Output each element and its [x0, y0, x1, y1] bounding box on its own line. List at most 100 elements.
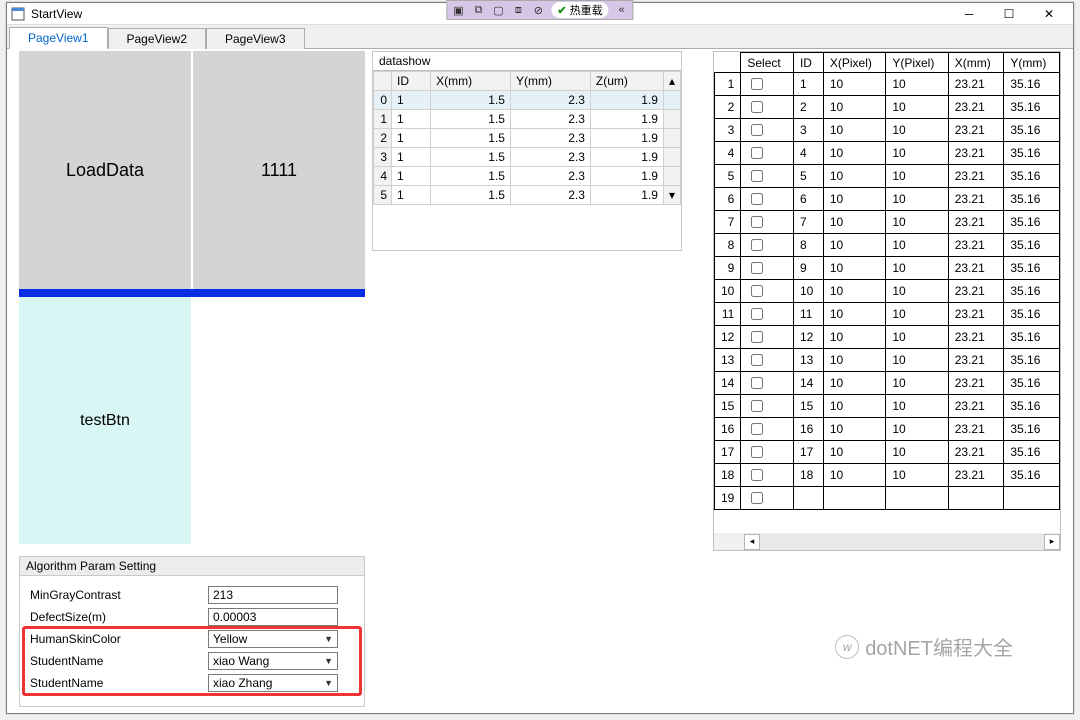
datashow-col-header[interactable]: Z(um): [590, 72, 663, 91]
cell[interactable]: 10: [823, 418, 885, 441]
grid-row[interactable]: 1212101023.2135.16: [715, 326, 1060, 349]
cell[interactable]: 10: [886, 464, 948, 487]
param-combobox[interactable]: xiao Wang▼: [208, 652, 338, 670]
cell[interactable]: 10: [886, 349, 948, 372]
datashow-row[interactable]: 311.52.31.9: [374, 148, 681, 167]
select-cell[interactable]: [741, 211, 794, 234]
cell[interactable]: 1: [392, 186, 431, 205]
cell[interactable]: 10: [886, 372, 948, 395]
cell[interactable]: 10: [823, 257, 885, 280]
row-select-checkbox[interactable]: [751, 308, 763, 320]
cell[interactable]: 35.16: [1004, 303, 1060, 326]
cell[interactable]: [793, 487, 823, 510]
row-header[interactable]: 4: [374, 167, 392, 186]
row-select-checkbox[interactable]: [751, 285, 763, 297]
cell[interactable]: 2.3: [510, 91, 590, 110]
datashow-grid[interactable]: IDX(mm)Y(mm)Z(um)▴011.52.31.9111.52.31.9…: [373, 70, 681, 205]
cell[interactable]: 10: [886, 142, 948, 165]
cell[interactable]: 23.21: [948, 96, 1004, 119]
row-header[interactable]: 5: [374, 186, 392, 205]
row-header[interactable]: 2: [374, 129, 392, 148]
cell[interactable]: 23.21: [948, 211, 1004, 234]
cell[interactable]: 2.3: [510, 110, 590, 129]
row-header[interactable]: 11: [715, 303, 741, 326]
grid-row[interactable]: 1717101023.2135.16: [715, 441, 1060, 464]
cell[interactable]: 23.21: [948, 234, 1004, 257]
vscroll-up-icon[interactable]: ▴: [663, 72, 680, 91]
cell[interactable]: 10: [823, 188, 885, 211]
cell[interactable]: 10: [886, 96, 948, 119]
cell[interactable]: [1004, 487, 1060, 510]
row-header[interactable]: 3: [715, 119, 741, 142]
cell[interactable]: 23.21: [948, 395, 1004, 418]
datashow-col-header[interactable]: X(mm): [431, 72, 511, 91]
scroll-track[interactable]: [760, 534, 1044, 550]
minimize-button[interactable]: ─: [949, 4, 989, 24]
cell[interactable]: [823, 487, 885, 510]
cell[interactable]: 35.16: [1004, 188, 1060, 211]
row-select-checkbox[interactable]: [751, 262, 763, 274]
visual-tree-icon[interactable]: ⧈: [511, 3, 525, 17]
cell[interactable]: 35.16: [1004, 119, 1060, 142]
vscroll-track[interactable]: [663, 129, 680, 148]
select-cell[interactable]: [741, 280, 794, 303]
collapse-toolbar-icon[interactable]: «: [615, 3, 629, 17]
cell[interactable]: 35.16: [1004, 234, 1060, 257]
select-cell[interactable]: [741, 234, 794, 257]
cell[interactable]: 35.16: [1004, 211, 1060, 234]
cell[interactable]: 3: [793, 119, 823, 142]
cell[interactable]: 35.16: [1004, 96, 1060, 119]
vscroll-track[interactable]: [663, 91, 680, 110]
cell[interactable]: 10: [886, 73, 948, 96]
cell[interactable]: 10: [886, 418, 948, 441]
cell[interactable]: 15: [793, 395, 823, 418]
datashow-row[interactable]: 111.52.31.9: [374, 110, 681, 129]
row-select-checkbox[interactable]: [751, 101, 763, 113]
cell[interactable]: 23.21: [948, 142, 1004, 165]
grid-col-header[interactable]: Select: [741, 53, 794, 73]
grid-row[interactable]: 19: [715, 487, 1060, 510]
cell[interactable]: 2.3: [510, 129, 590, 148]
vscroll-down-icon[interactable]: ▾: [663, 186, 680, 205]
cell[interactable]: 1: [392, 110, 431, 129]
cell[interactable]: 10: [823, 349, 885, 372]
cell[interactable]: 35.16: [1004, 142, 1060, 165]
row-select-checkbox[interactable]: [751, 78, 763, 90]
cell[interactable]: 6: [793, 188, 823, 211]
row-select-checkbox[interactable]: [751, 216, 763, 228]
cell[interactable]: 10: [823, 395, 885, 418]
vscroll-track[interactable]: [663, 167, 680, 186]
select-cell[interactable]: [741, 142, 794, 165]
cell[interactable]: 10: [823, 119, 885, 142]
grid-row[interactable]: 44101023.2135.16: [715, 142, 1060, 165]
inspect-icon[interactable]: ▢: [491, 3, 505, 17]
cell[interactable]: 10: [886, 395, 948, 418]
toggle-layout-icon[interactable]: ⧉: [471, 3, 485, 17]
cell[interactable]: 7: [793, 211, 823, 234]
cell[interactable]: 10: [823, 303, 885, 326]
grid-row[interactable]: 1313101023.2135.16: [715, 349, 1060, 372]
maximize-button[interactable]: ☐: [989, 4, 1029, 24]
cell[interactable]: 1: [793, 73, 823, 96]
cell[interactable]: 10: [886, 211, 948, 234]
hot-reload-button[interactable]: ✔ 热重载: [551, 2, 608, 18]
cell[interactable]: 35.16: [1004, 326, 1060, 349]
cell[interactable]: 14: [793, 372, 823, 395]
select-cell[interactable]: [741, 441, 794, 464]
cell[interactable]: 10: [886, 119, 948, 142]
cell[interactable]: 23.21: [948, 372, 1004, 395]
cell[interactable]: [948, 487, 1004, 510]
row-header[interactable]: 18: [715, 464, 741, 487]
row-header[interactable]: 1: [715, 73, 741, 96]
select-cell[interactable]: [741, 165, 794, 188]
param-combobox[interactable]: xiao Zhang▼: [208, 674, 338, 692]
datashow-row[interactable]: 411.52.31.9: [374, 167, 681, 186]
row-header[interactable]: 4: [715, 142, 741, 165]
cell[interactable]: 10: [823, 326, 885, 349]
grid-row[interactable]: 88101023.2135.16: [715, 234, 1060, 257]
grid-row[interactable]: 1616101023.2135.16: [715, 418, 1060, 441]
param-combobox[interactable]: Yellow▼: [208, 630, 338, 648]
grid-row[interactable]: 1010101023.2135.16: [715, 280, 1060, 303]
select-cell[interactable]: [741, 96, 794, 119]
cell[interactable]: 23.21: [948, 188, 1004, 211]
